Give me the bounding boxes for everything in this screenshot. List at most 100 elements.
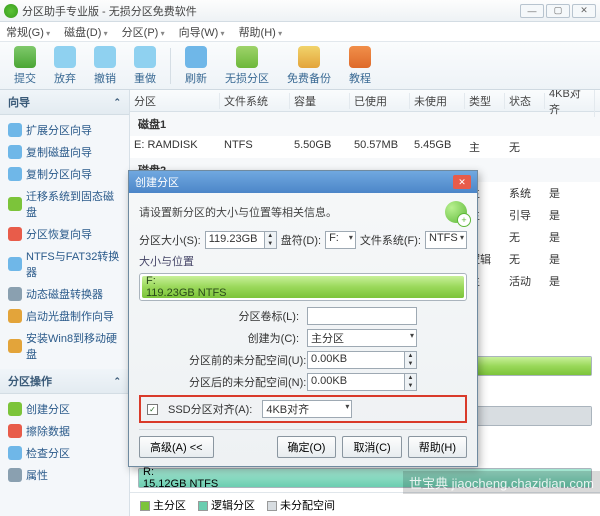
wizard-item[interactable]: 动态磁盘转换器 [2,283,127,305]
col-align: 4KB对齐 [545,90,595,117]
redo-button[interactable]: 重做 [128,44,162,88]
cell-fs: NTFS [220,139,290,155]
menu-wizard[interactable]: 向导(W) [179,24,225,40]
wizard-label: 迁移系统到固态磁盘 [26,188,121,220]
before-spinner[interactable]: ▲▼ [405,351,417,369]
ops-item[interactable]: 检查分区 [2,442,127,464]
wizard-icon [8,167,22,181]
size-spinner[interactable]: ▲▼ [265,231,277,249]
backup-button[interactable]: 免费备份 [281,44,337,88]
tutorial-button[interactable]: 教程 [343,44,377,88]
wizard-item[interactable]: 启动光盘制作向导 [2,305,127,327]
cancel-button[interactable]: 取消(C) [342,436,401,458]
wizard-label: 分区恢复向导 [26,226,92,242]
ops-panel-header[interactable]: 分区操作 [0,369,129,394]
ssd-align-select[interactable]: 4KB对齐 [262,400,352,418]
ops-item[interactable]: 创建分区 [2,398,127,420]
size-input[interactable]: 119.23GB [205,231,265,249]
wizard-label: 扩展分区向导 [26,122,92,138]
ops-icon [8,424,22,438]
ops-item[interactable]: 属性 [2,464,127,486]
toolbar-separator [170,48,171,84]
table-row[interactable]: E: RAMDISK NTFS 5.50GB 50.57MB 5.45GB 主 … [130,136,600,158]
fs-select[interactable]: NTFS [425,231,467,249]
disk1-header: 磁盘1 [130,112,600,136]
lossless-button[interactable]: 无损分区 [219,44,275,88]
after-spinner[interactable]: ▲▼ [405,373,417,391]
dialog-title: 创建分区 [135,174,179,190]
ssd-align-highlight: ✓ SSD分区对齐(A): 4KB对齐 [139,395,467,423]
wizard-label: NTFS与FAT32转换器 [26,248,121,280]
cell-align: 是 [545,251,595,267]
label-label: 分区卷标(L): [189,308,299,324]
wizard-label: 动态磁盘转换器 [26,286,103,302]
size-bar[interactable]: F:119.23GB NTFS [139,273,467,301]
after-input[interactable]: 0.00KB [307,373,405,391]
group-title: 大小与位置 [139,253,467,269]
wizard-item[interactable]: 迁移系统到固态磁盘 [2,185,127,223]
maximize-button[interactable]: ▢ [546,4,570,18]
table-header: 分区 文件系统 容量 已使用 未使用 类型 状态 4KB对齐 [130,90,600,112]
menubar: 常规(G) 磁盘(D) 分区(P) 向导(W) 帮助(H) [0,22,600,42]
tutorial-label: 教程 [349,70,371,86]
cell-used: 50.57MB [350,139,410,155]
undo-button[interactable]: 撤销 [88,44,122,88]
wizard-item[interactable]: 分区恢复向导 [2,223,127,245]
app-logo-icon [4,4,18,18]
watermark: 世宝典 jiaocheng.chazidian.com [403,471,600,494]
submit-button[interactable]: 提交 [8,44,42,88]
wizard-panel-header[interactable]: 向导 [0,90,129,115]
wizard-item[interactable]: 安装Win8到移动硬盘 [2,327,127,365]
discard-button[interactable]: 放弃 [48,44,82,88]
refresh-button[interactable]: 刷新 [179,44,213,88]
close-button[interactable]: ✕ [572,4,596,18]
backup-label: 免费备份 [287,70,331,86]
menu-disk[interactable]: 磁盘(D) [64,24,108,40]
cell-align: 是 [545,207,595,223]
wizard-item[interactable]: NTFS与FAT32转换器 [2,245,127,283]
size-label: 分区大小(S): [139,232,201,248]
col-partition: 分区 [130,93,220,109]
discard-icon [54,46,76,68]
refresh-icon [185,46,207,68]
legend-primary: 主分区 [153,500,186,512]
cell-status: 无 [505,251,545,267]
ok-button[interactable]: 确定(O) [277,436,337,458]
cell-type: 主 [465,139,505,155]
col-free: 未使用 [410,93,465,109]
cell-align: 是 [545,185,595,201]
cell-align: 是 [545,229,595,245]
wizard-item[interactable]: 复制磁盘向导 [2,141,127,163]
backup-icon [298,46,320,68]
before-input[interactable]: 0.00KB [307,351,405,369]
minimize-button[interactable]: — [520,4,544,18]
create-select[interactable]: 主分区 [307,329,417,347]
cell-align: 是 [545,273,595,289]
help-button[interactable]: 帮助(H) [408,436,467,458]
wizard-icon [8,197,22,211]
toolbar: 提交 放弃 撤销 重做 刷新 无损分区 免费备份 教程 [0,42,600,90]
label-input[interactable] [307,307,417,325]
menu-general[interactable]: 常规(G) [6,24,50,40]
ops-item[interactable]: 擦除数据 [2,420,127,442]
dialog-info: 请设置新分区的大小与位置等相关信息。 [139,204,337,220]
dialog-close-button[interactable]: ✕ [453,175,471,189]
wizard-item[interactable]: 复制分区向导 [2,163,127,185]
wizard-icon [8,227,22,241]
wizard-item[interactable]: 扩展分区向导 [2,119,127,141]
col-fs: 文件系统 [220,93,290,109]
cell-status: 无 [505,139,545,155]
menu-help[interactable]: 帮助(H) [239,24,283,40]
cell-partition: E: RAMDISK [130,139,220,155]
advanced-button[interactable]: 高级(A) << [139,436,214,458]
menu-partition[interactable]: 分区(P) [122,24,165,40]
undo-label: 撤销 [94,70,116,86]
drive-select[interactable]: F: [325,231,356,249]
wizard-icon [8,339,22,353]
redo-label: 重做 [134,70,156,86]
col-status: 状态 [505,93,545,109]
legend-logical: 逻辑分区 [211,500,255,512]
bar-letter: F: [146,275,156,287]
wizard-icon [8,287,22,301]
ssd-align-checkbox[interactable]: ✓ [147,404,158,415]
